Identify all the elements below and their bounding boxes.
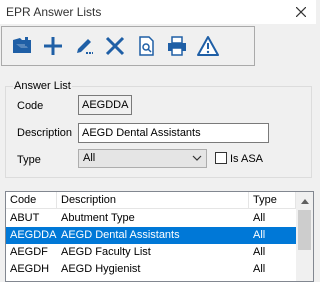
preview-icon [138,36,154,56]
close-icon [296,7,306,17]
description-label: Description [17,127,73,139]
close-button[interactable] [286,0,316,24]
preview-button[interactable] [130,28,161,64]
warning-button[interactable] [192,28,223,64]
row-type: All [253,246,266,258]
column-header-description[interactable]: Description [57,192,249,209]
scroll-up-button[interactable] [296,192,313,209]
column-header-type[interactable]: Type [249,192,296,209]
column-header-code[interactable]: Code [6,192,57,209]
print-button[interactable] [161,28,192,64]
open-list-button[interactable] [6,28,37,64]
is-asa-checkbox[interactable] [215,152,227,164]
answer-list-group-label: Answer List [13,80,72,92]
code-label: Code [17,100,44,112]
warning-icon [196,36,219,56]
table-row[interactable]: ABUT Abutment Type All [6,210,296,227]
type-label: Type [17,154,41,166]
open-list-icon [12,37,31,53]
delete-icon [105,36,124,56]
vertical-scrollbar[interactable] [296,192,313,281]
answer-list-grid: Code Description Type ABUT Abutment Type… [5,191,314,282]
print-icon [167,36,186,56]
row-description: Abutment Type [61,212,135,224]
is-asa-label: Is ASA [230,153,264,165]
edit-button[interactable] [68,28,99,64]
code-field[interactable]: AEGDDA [78,95,132,115]
description-field[interactable]: AEGD Dental Assistants [78,123,269,143]
add-button[interactable] [37,28,68,64]
chevron-down-icon [192,155,202,161]
row-description: AEGD Hygienist [61,263,141,275]
row-type: All [253,212,266,224]
add-icon [43,37,62,55]
row-code: AEGDH [10,263,50,275]
table-row[interactable]: AEGDF AEGD Faculty List All [6,244,296,261]
row-code: AEGDDA [10,229,57,241]
edit-icon [76,39,93,54]
row-code: AEGDF [10,246,48,258]
row-code: ABUT [10,212,40,224]
table-row[interactable]: AEGDDA AEGD Dental Assistants All [6,227,296,244]
scroll-thumb[interactable] [298,210,311,250]
grid-header: Code Description Type [6,192,296,209]
delete-button[interactable] [99,28,130,64]
toolbar [1,26,255,66]
title-bar: EPR Answer Lists [0,0,316,24]
table-row[interactable]: AEGDH AEGD Hygienist All [6,261,296,278]
chevron-up-icon [300,198,309,204]
row-description: AEGD Dental Assistants [61,229,180,241]
row-type: All [253,263,266,275]
type-select[interactable]: All [78,149,207,168]
window-title: EPR Answer Lists [6,5,102,19]
type-select-value: All [83,152,96,164]
row-description: AEGD Faculty List [61,246,151,258]
row-type: All [253,229,266,241]
